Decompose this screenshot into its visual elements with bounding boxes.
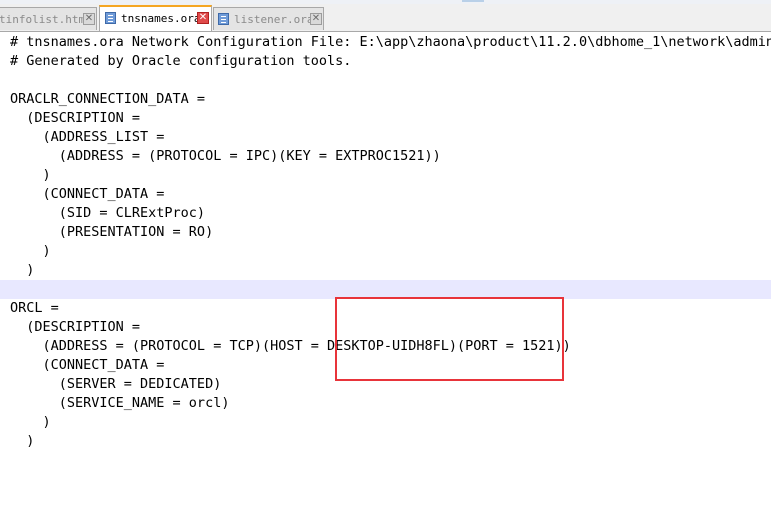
file-icon xyxy=(218,13,229,25)
code-line-text: (SID = CLRExtProc) xyxy=(10,205,206,221)
code-line[interactable]: (SERVICE_NAME = orcl) xyxy=(0,394,771,413)
code-line[interactable]: # Generated by Oracle configuration tool… xyxy=(0,52,771,71)
code-line[interactable]: ) xyxy=(0,166,771,185)
code-line-text: (ADDRESS = (PROTOCOL = TCP)(HOST = DESKT… xyxy=(10,338,571,354)
code-line[interactable]: ) xyxy=(0,242,771,261)
file-tab-bar: tinfolist.html ✕ tnsnames.ora ✕ listener… xyxy=(0,4,771,32)
code-line-text: (ADDRESS_LIST = xyxy=(10,129,165,145)
code-line[interactable]: ) xyxy=(0,261,771,280)
code-line-text: (ADDRESS = (PROTOCOL = IPC)(KEY = EXTPRO… xyxy=(10,148,441,164)
close-tab-icon[interactable]: ✕ xyxy=(83,13,95,25)
code-line[interactable]: # tnsnames.ora Network Configuration Fil… xyxy=(0,33,771,52)
code-line-text: (DESCRIPTION = xyxy=(10,319,141,335)
code-line[interactable]: (ADDRESS = (PROTOCOL = IPC)(KEY = EXTPRO… xyxy=(0,147,771,166)
code-line-text: ) xyxy=(10,414,51,430)
code-line-text: (DESCRIPTION = xyxy=(10,110,141,126)
code-line-text: ORCL = xyxy=(10,300,59,316)
code-line-text: ) xyxy=(10,243,51,259)
text-editor-window: tinfolist.html ✕ tnsnames.ora ✕ listener… xyxy=(0,0,771,505)
code-line-text: ) xyxy=(10,433,35,449)
code-line[interactable]: ORCL = xyxy=(0,299,771,318)
code-line[interactable]: (ADDRESS_LIST = xyxy=(0,128,771,147)
close-tab-icon[interactable]: ✕ xyxy=(310,13,322,25)
tab-listener-ora[interactable]: listener.ora ✕ xyxy=(213,7,324,30)
close-tab-icon[interactable]: ✕ xyxy=(197,12,209,24)
code-line[interactable]: (SID = CLRExtProc) xyxy=(0,204,771,223)
file-icon xyxy=(105,12,116,24)
code-line[interactable]: ORACLR_CONNECTION_DATA = xyxy=(0,90,771,109)
code-line[interactable]: (CONNECT_DATA = xyxy=(0,356,771,375)
toolbar-fragment xyxy=(462,0,484,2)
code-line[interactable]: (CONNECT_DATA = xyxy=(0,185,771,204)
code-line-text: (CONNECT_DATA = xyxy=(10,186,165,202)
tab-label: listener.ora xyxy=(234,13,314,26)
code-line-text: # tnsnames.ora Network Configuration Fil… xyxy=(10,34,771,50)
code-line[interactable] xyxy=(0,280,771,299)
code-line[interactable]: (DESCRIPTION = xyxy=(0,109,771,128)
code-line-text: ORACLR_CONNECTION_DATA = xyxy=(10,91,206,107)
code-line-text: # Generated by Oracle configuration tool… xyxy=(10,53,352,69)
tab-label: tinfolist.html xyxy=(0,13,92,26)
code-line[interactable] xyxy=(0,71,771,90)
code-line-text: ) xyxy=(10,262,35,278)
tab-tinfolist-html[interactable]: tinfolist.html ✕ xyxy=(0,7,97,30)
code-line-text: (CONNECT_DATA = xyxy=(10,357,165,373)
code-line-text: (PRESENTATION = RO) xyxy=(10,224,214,240)
code-line[interactable]: (SERVER = DEDICATED) xyxy=(0,375,771,394)
code-line[interactable]: ) xyxy=(0,432,771,451)
tab-label: tnsnames.ora xyxy=(121,12,201,25)
code-line[interactable]: ) xyxy=(0,413,771,432)
code-editor[interactable]: # tnsnames.ora Network Configuration Fil… xyxy=(0,32,771,505)
code-line[interactable]: (PRESENTATION = RO) xyxy=(0,223,771,242)
code-line-text: (SERVER = DEDICATED) xyxy=(10,376,222,392)
code-line[interactable]: (DESCRIPTION = xyxy=(0,318,771,337)
code-line-text: (SERVICE_NAME = orcl) xyxy=(10,395,230,411)
tab-tnsnames-ora[interactable]: tnsnames.ora ✕ xyxy=(99,5,212,31)
code-line-text: ) xyxy=(10,167,51,183)
code-line[interactable]: (ADDRESS = (PROTOCOL = TCP)(HOST = DESKT… xyxy=(0,337,771,356)
